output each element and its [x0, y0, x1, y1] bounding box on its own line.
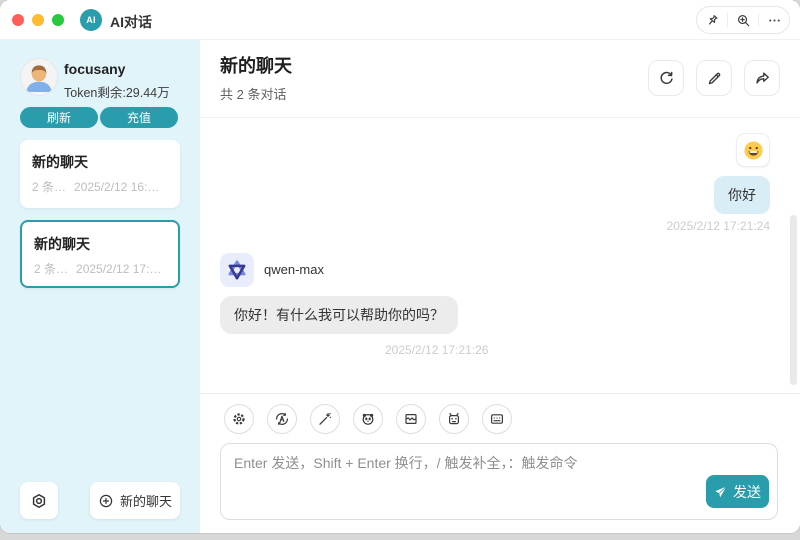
user-name: focusany: [64, 61, 126, 77]
sidebar: focusany Token剩余:29.44万 刷新 充值 新的聊天 2 条… 2…: [0, 40, 200, 533]
chat-item-meta: 2 条… 2025/2/12 16:…: [32, 178, 167, 195]
chat-scrollbar[interactable]: [790, 215, 797, 385]
share-chat-button[interactable]: [744, 60, 780, 96]
chat-item-title: 新的聊天: [34, 236, 90, 252]
assistant-model-name: qwen-max: [264, 262, 324, 277]
persona-button[interactable]: [353, 404, 383, 434]
maximize-window-button[interactable]: [52, 14, 64, 26]
chat-list-item-selected[interactable]: 新的聊天 2 条… 2025/2/12 17:…: [20, 220, 180, 288]
window-title: AI对话: [110, 14, 152, 30]
smiley-emoji-icon: [743, 140, 764, 161]
knowledge-box-button[interactable]: [396, 404, 426, 434]
plus-circle-icon: [98, 493, 114, 509]
minimize-window-button[interactable]: [32, 14, 44, 26]
user-avatar: [20, 58, 58, 96]
zoom-button[interactable]: [728, 7, 758, 33]
assistant-message-bubble: 你好！有什么我可以帮助你的吗？: [220, 296, 458, 335]
chat-item-count: 2 条…: [34, 262, 69, 276]
app-window: AI AI对话 focusany Token剩余:29.44万 刷新 充值 新的…: [0, 0, 800, 533]
robot-icon: [446, 411, 462, 427]
model-select-button[interactable]: [267, 404, 297, 434]
assistant-message-time: 2025/2/12 17:21:26: [385, 343, 489, 357]
message-input[interactable]: [234, 453, 694, 511]
composer-divider: [200, 393, 800, 394]
chat-item-time: 2025/2/12 17:…: [76, 262, 162, 276]
model-cycle-icon: [274, 411, 290, 427]
qwen-logo-icon: [226, 259, 248, 281]
recharge-button[interactable]: 充值: [100, 107, 178, 128]
subtitle-icon: [489, 411, 505, 427]
composer: 发送: [220, 443, 778, 520]
chat-item-time: 2025/2/12 16:…: [74, 180, 160, 194]
assistant-avatar: [220, 253, 254, 287]
sidebar-settings-button[interactable]: [20, 482, 58, 519]
box-icon: [403, 411, 419, 427]
settings-icon: [231, 411, 247, 427]
close-window-button[interactable]: [12, 14, 24, 26]
commands-button[interactable]: [482, 404, 512, 434]
prompt-wizard-button[interactable]: [310, 404, 340, 434]
refresh-token-button[interactable]: 刷新: [20, 107, 98, 128]
main-panel: 新的聊天 共 2 条对话 你好 2025/2/12 17:21:24 qwen-…: [200, 40, 800, 533]
chat-item-count: 2 条…: [32, 180, 67, 194]
zoom-in-icon: [736, 13, 751, 28]
magic-wand-icon: [317, 411, 333, 427]
composer-settings-button[interactable]: [224, 404, 254, 434]
chat-subtitle: 共 2 条对话: [220, 87, 287, 102]
token-balance: Token剩余:29.44万: [64, 86, 170, 100]
send-plane-icon: [714, 485, 728, 499]
user-message-time: 2025/2/12 17:21:24: [666, 219, 770, 233]
user-message-avatar: [736, 133, 770, 167]
titlebar-actions: [696, 6, 790, 34]
refresh-chat-button[interactable]: [648, 60, 684, 96]
new-chat-button[interactable]: 新的聊天: [90, 482, 180, 519]
share-icon: [754, 70, 771, 87]
panda-icon: [360, 411, 376, 427]
robot-button[interactable]: [439, 404, 469, 434]
edit-chat-button[interactable]: [696, 60, 732, 96]
new-chat-label: 新的聊天: [119, 494, 172, 509]
chat-item-title: 新的聊天: [32, 154, 88, 170]
chat-title: 新的聊天: [220, 56, 292, 76]
chat-item-meta: 2 条… 2025/2/12 17:…: [34, 260, 169, 277]
send-button[interactable]: 发送: [706, 475, 769, 508]
refresh-icon: [658, 70, 675, 87]
edit-icon: [706, 70, 723, 87]
user-message-bubble: 你好: [714, 176, 770, 215]
chat-list-item[interactable]: 新的聊天 2 条… 2025/2/12 16:…: [20, 140, 180, 208]
more-icon: [767, 13, 782, 28]
more-button[interactable]: [759, 7, 789, 33]
chat-header-actions: [648, 60, 780, 96]
chat-header: 新的聊天 共 2 条对话: [200, 40, 800, 118]
send-label: 发送: [733, 483, 761, 500]
app-logo-icon: AI: [80, 9, 102, 31]
pin-icon: [705, 13, 720, 28]
settings-cog-icon: [30, 492, 48, 510]
pin-button[interactable]: [697, 7, 727, 33]
titlebar: AI AI对话: [0, 0, 800, 40]
